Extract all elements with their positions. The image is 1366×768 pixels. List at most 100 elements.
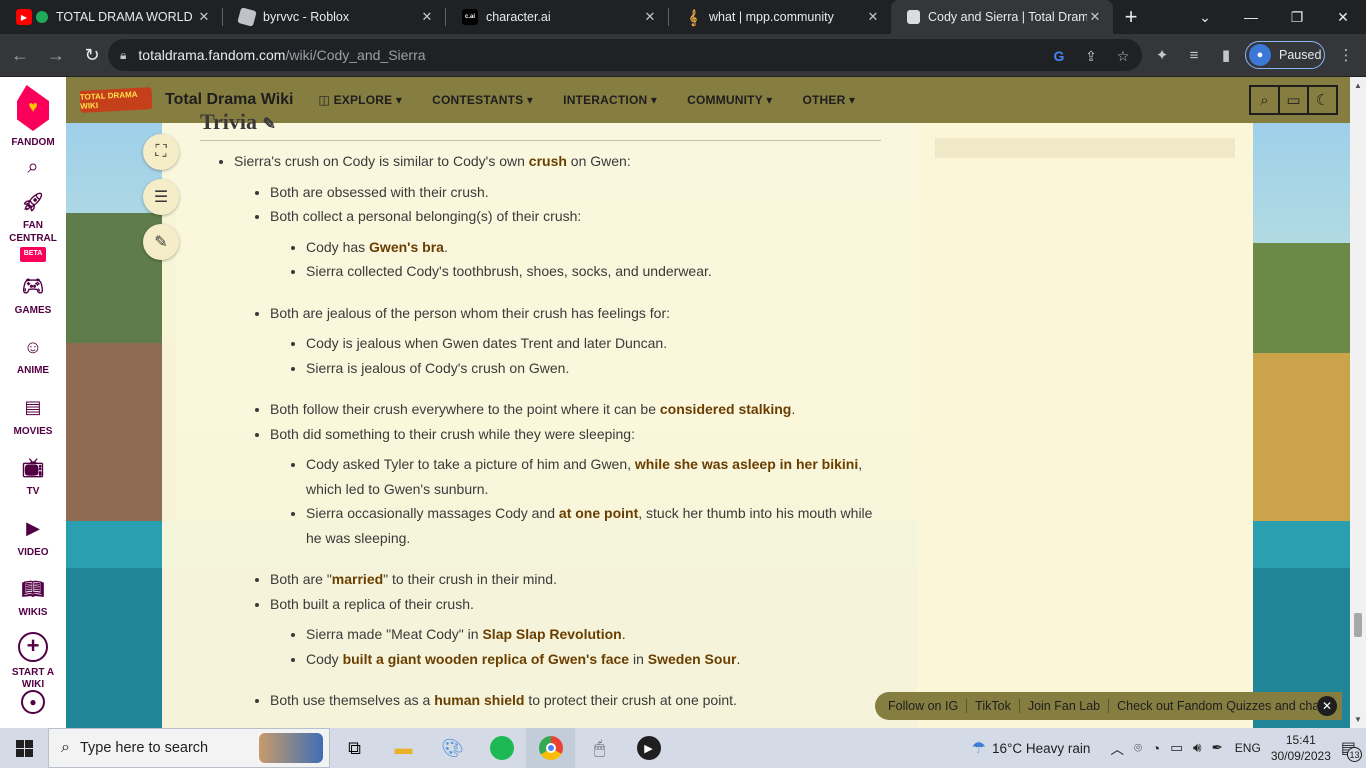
link-gwens-bra[interactable]: Gwen's bra (369, 239, 444, 255)
file-explorer-icon[interactable]: ▬ (379, 728, 428, 768)
spotify-icon[interactable] (477, 728, 526, 768)
network-icon[interactable]: ⌾ (1134, 740, 1142, 756)
follow-ig-link[interactable]: Follow on IG (875, 699, 968, 713)
search-icon[interactable]: ⌕ (27, 156, 38, 179)
close-icon[interactable]: ✕ (865, 9, 881, 25)
scroll-down-icon[interactable]: ▼ (1354, 715, 1362, 724)
chrome-icon[interactable] (526, 728, 575, 768)
tab-search-icon[interactable]: ⌄ (1182, 0, 1228, 34)
new-tab-button[interactable]: + (1113, 0, 1149, 34)
sidebar-item-movies[interactable]: ▤ MOVIES (14, 395, 53, 439)
clock[interactable]: 15:41 30/09/2023 (1271, 732, 1331, 764)
bookmark-star-icon[interactable]: ☆ (1114, 47, 1132, 65)
nav-explore[interactable]: ◫ EXPLORE ▾ (318, 93, 402, 107)
link-sweden-sour[interactable]: Sweden Sour (648, 651, 737, 667)
close-window-button[interactable]: ✕ (1320, 0, 1366, 34)
sidebar-item-anime[interactable]: ☺ ANIME (17, 334, 49, 378)
media-player-icon[interactable]: ▶ (624, 728, 673, 768)
nav-contestants[interactable]: CONTESTANTS ▾ (432, 93, 533, 107)
tab-roblox[interactable]: byrvvc - Roblox ✕ (223, 0, 445, 34)
pen-icon[interactable]: ✒ (1211, 740, 1222, 756)
profile-status: Paused (1279, 48, 1322, 62)
start-button[interactable] (0, 728, 48, 768)
mouse-app-icon[interactable]: 🖱︎ (575, 728, 624, 768)
fan-feed-bar: Follow on IG TikTok Join Fan Lab Check o… (875, 692, 1342, 720)
nav-interaction[interactable]: INTERACTION ▾ (563, 93, 657, 107)
google-icon[interactable]: G (1050, 47, 1068, 65)
taskbar: ⌕ Type here to search ⧉ ▬ 🎨︎ 🖱︎ ▶ ☂ 16°C… (0, 728, 1366, 768)
restore-button[interactable]: ❐ (1274, 0, 1320, 34)
user-icon[interactable]: ● (21, 690, 45, 714)
share-icon[interactable]: ⇪ (1082, 47, 1100, 65)
discussions-button[interactable]: ▭ (1278, 85, 1309, 115)
link-asleep-in-bikini[interactable]: while she was asleep in her bikini (635, 456, 858, 472)
close-icon[interactable]: ✕ (642, 9, 658, 25)
wiki-logo[interactable]: TOTAL DRAMA WIKI (79, 87, 153, 113)
paint-icon[interactable]: 🎨︎ (428, 728, 477, 768)
scroll-up-icon[interactable]: ▲ (1354, 81, 1362, 90)
sidebar-item-tv[interactable]: 📺︎ TV (20, 455, 46, 499)
expand-icon[interactable]: ⛶ (143, 134, 179, 170)
wifi-icon[interactable]: ◔ (1152, 741, 1160, 756)
link-human-shield[interactable]: human shield (434, 692, 524, 708)
sidebar-item-wikis[interactable]: 📖︎ WIKIS (19, 576, 48, 620)
close-icon[interactable]: ✕ (1087, 9, 1103, 25)
notifications-icon[interactable]: ▤13 (1341, 738, 1362, 762)
media-controls-icon[interactable]: ≡ (1178, 39, 1210, 71)
link-at-one-point[interactable]: at one point (559, 505, 638, 521)
url-path: /wiki/Cody_and_Sierra (285, 47, 426, 63)
tab-cody-and-sierra[interactable]: Cody and Sierra | Total Dram ✕ (891, 0, 1113, 34)
volume-icon[interactable]: 🔊︎ (1193, 740, 1202, 756)
close-icon[interactable]: ✕ (419, 9, 435, 25)
link-crush[interactable]: crush (529, 153, 567, 169)
link-wooden-replica[interactable]: built a giant wooden replica of Gwen's f… (343, 651, 630, 667)
search-icon: ⌕ (61, 739, 70, 756)
menu-icon[interactable]: ⋮ (1330, 39, 1362, 71)
link-married[interactable]: married (332, 571, 383, 587)
task-view-icon[interactable]: ⧉ (330, 728, 379, 768)
quizzes-link[interactable]: Check out Fandom Quizzes and cha (1109, 699, 1317, 713)
theme-toggle-button[interactable]: ☾ (1307, 85, 1338, 115)
weather-icon[interactable]: ☂ (972, 738, 986, 758)
close-icon[interactable]: ✕ (196, 9, 212, 25)
profile-button[interactable]: ● Paused (1245, 41, 1325, 69)
battery-icon[interactable]: ▭ (1170, 740, 1183, 756)
side-panel-icon[interactable]: ▮ (1210, 39, 1242, 71)
close-icon[interactable]: ✕ (1317, 696, 1337, 716)
tab-total-drama-world[interactable]: ▶ TOTAL DRAMA WORLD T ✕ (0, 0, 222, 34)
sidebar-item-games[interactable]: 🎮︎ GAMES (15, 274, 52, 318)
fan-lab-link[interactable]: Join Fan Lab (1020, 699, 1110, 713)
tab-mpp[interactable]: 𝄞 what | mpp.community ✕ (669, 0, 891, 34)
reload-button[interactable]: ↻ (76, 39, 108, 71)
chevron-up-icon[interactable]: ︿ (1110, 738, 1124, 758)
extensions-icon[interactable]: ✦ (1146, 39, 1178, 71)
tiktok-link[interactable]: TikTok (967, 699, 1020, 713)
link-slap-slap-revolution[interactable]: Slap Slap Revolution (482, 626, 621, 642)
list-item: Sierra collected Cody's toothbrush, shoe… (306, 259, 885, 284)
fandom-heart-icon: ♥ (17, 85, 49, 131)
minimize-button[interactable]: — (1228, 0, 1274, 34)
tab-character-ai[interactable]: c.ai character.ai ✕ (446, 0, 668, 34)
page-scrollbar[interactable]: ▲ ▼ (1350, 77, 1366, 728)
weather-text[interactable]: 16°C Heavy rain (992, 741, 1090, 756)
sidebar-item-fan-central[interactable]: 🚀︎ FAN CENTRAL BETA (9, 189, 57, 262)
anime-icon: ☺ (23, 336, 43, 357)
wiki-title[interactable]: Total Drama Wiki (165, 91, 293, 109)
link-considered-stalking[interactable]: considered stalking (660, 401, 791, 417)
table-of-contents-icon[interactable]: ☰ (143, 179, 179, 215)
sidebar-item-start-wiki[interactable]: + START A WIKI (12, 631, 54, 692)
language-indicator[interactable]: ENG (1235, 741, 1261, 755)
fandom-logo[interactable]: ♥ FANDOM (11, 85, 55, 148)
edit-section-icon[interactable]: ✎ (263, 116, 276, 133)
address-bar[interactable]: 🔒︎ totaldrama.fandom.com/wiki/Cody_and_S… (108, 39, 1142, 71)
sidebar-item-video[interactable]: ▶ VIDEO (17, 516, 48, 560)
nav-other[interactable]: OTHER ▾ (802, 93, 855, 107)
scroll-thumb[interactable] (1354, 613, 1362, 637)
edit-icon[interactable]: ✎ (143, 224, 179, 260)
forward-button[interactable]: → (40, 39, 72, 71)
lock-icon[interactable]: 🔒︎ (120, 48, 126, 63)
back-button[interactable]: ← (4, 39, 36, 71)
nav-community[interactable]: COMMUNITY ▾ (687, 93, 772, 107)
taskbar-search[interactable]: ⌕ Type here to search (48, 728, 330, 768)
search-button[interactable]: ⌕ (1249, 85, 1280, 115)
